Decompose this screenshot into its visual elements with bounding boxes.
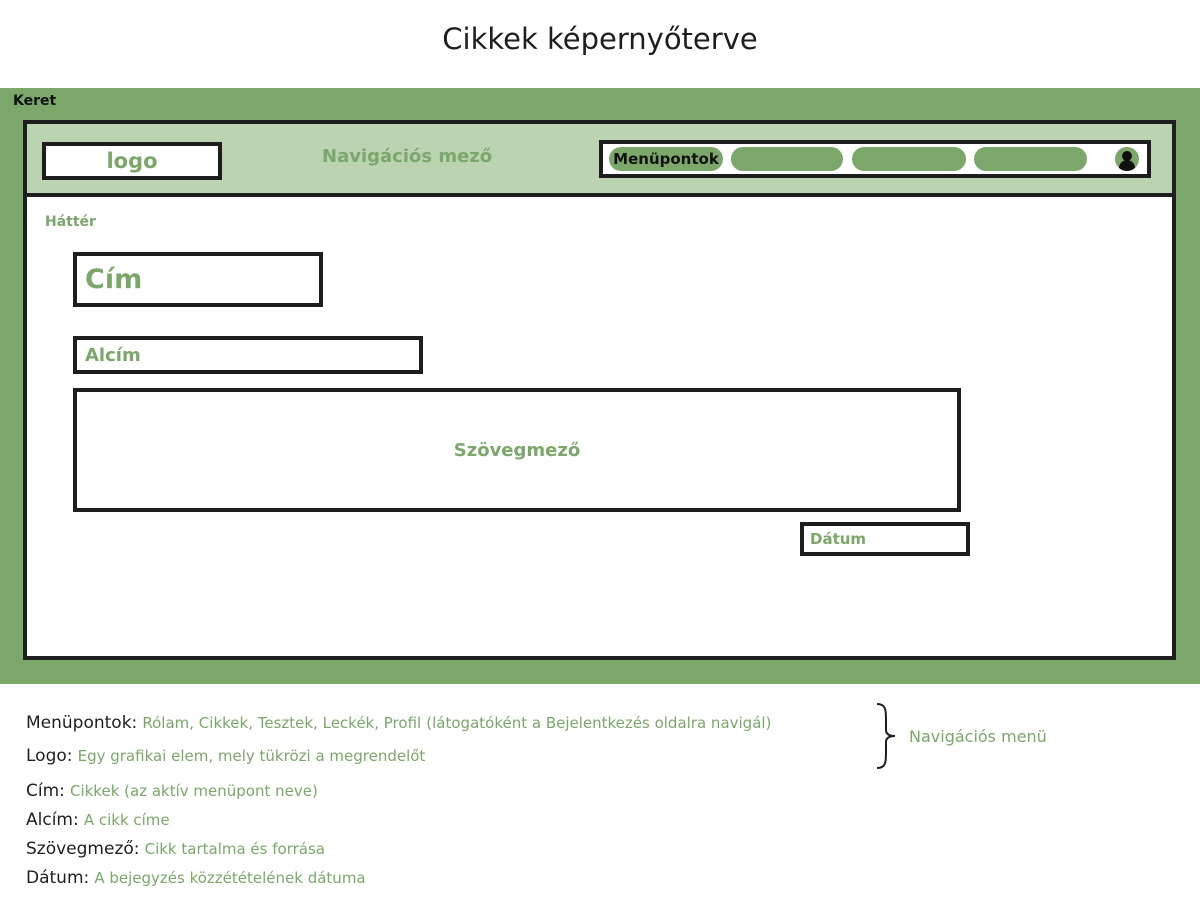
legend-term: Dátum:	[26, 868, 90, 888]
legend-row: Szövegmező: Cikk tartalma és forrása	[26, 839, 325, 859]
legend-term: Menüpontok:	[26, 713, 138, 733]
legend-row: Dátum: A bejegyzés közzétételének dátuma	[26, 868, 366, 888]
legend-row: Cím: Cikkek (az aktív menüpont neve)	[26, 781, 318, 801]
menu-item-placeholder[interactable]	[731, 147, 843, 171]
page-title: Cikkek képernyőterve	[442, 22, 758, 56]
menu-box: Menüpontok	[599, 140, 1151, 178]
legend-term: Alcím:	[26, 810, 79, 830]
navigation-label: Navigációs mező	[322, 146, 493, 167]
frame-label: Keret	[13, 93, 57, 109]
curly-brace-icon	[876, 703, 896, 769]
legend-desc: Rólam, Cikkek, Tesztek, Leckék, Profil	[142, 714, 422, 732]
menu-item-placeholder[interactable]	[974, 147, 1087, 171]
page-mockup: logo Navigációs mező Menüpontok Háttér C…	[23, 120, 1176, 660]
legend-term: Cím:	[26, 781, 65, 801]
legend-desc: A bejegyzés közzétételének dátuma	[94, 869, 366, 887]
legend-row: Alcím: A cikk címe	[26, 810, 170, 830]
menu-item-label[interactable]: Menüpontok	[609, 147, 723, 171]
title-box: Cím	[73, 252, 323, 307]
user-icon[interactable]	[1115, 147, 1139, 171]
subtitle-box: Alcím	[73, 336, 423, 374]
navigation-bar: logo Navigációs mező Menüpontok	[27, 124, 1172, 197]
text-box: Szövegmező	[73, 388, 961, 512]
legend-desc: Cikk tartalma és forrása	[144, 840, 325, 858]
legend-desc: Egy grafikai elem, mely tükrözi a megren…	[77, 747, 426, 765]
legend-desc: Cikkek (az aktív menüpont neve)	[69, 782, 318, 800]
background-label: Háttér	[45, 214, 96, 230]
date-box: Dátum	[800, 522, 970, 556]
brace-label: Navigációs menü	[909, 727, 1047, 746]
legend-term: Szövegmező:	[26, 839, 140, 859]
legend-note: (látogatóként a Bejelentkezés oldalra na…	[426, 714, 772, 732]
menu-item-placeholder[interactable]	[852, 147, 966, 171]
logo-box[interactable]: logo	[42, 142, 222, 180]
legend-desc: A cikk címe	[83, 811, 170, 829]
legend-row: Logo: Egy grafikai elem, mely tükrözi a …	[26, 746, 425, 766]
legend-term: Logo:	[26, 746, 73, 766]
legend-row: Menüpontok: Rólam, Cikkek, Tesztek, Leck…	[26, 713, 771, 733]
